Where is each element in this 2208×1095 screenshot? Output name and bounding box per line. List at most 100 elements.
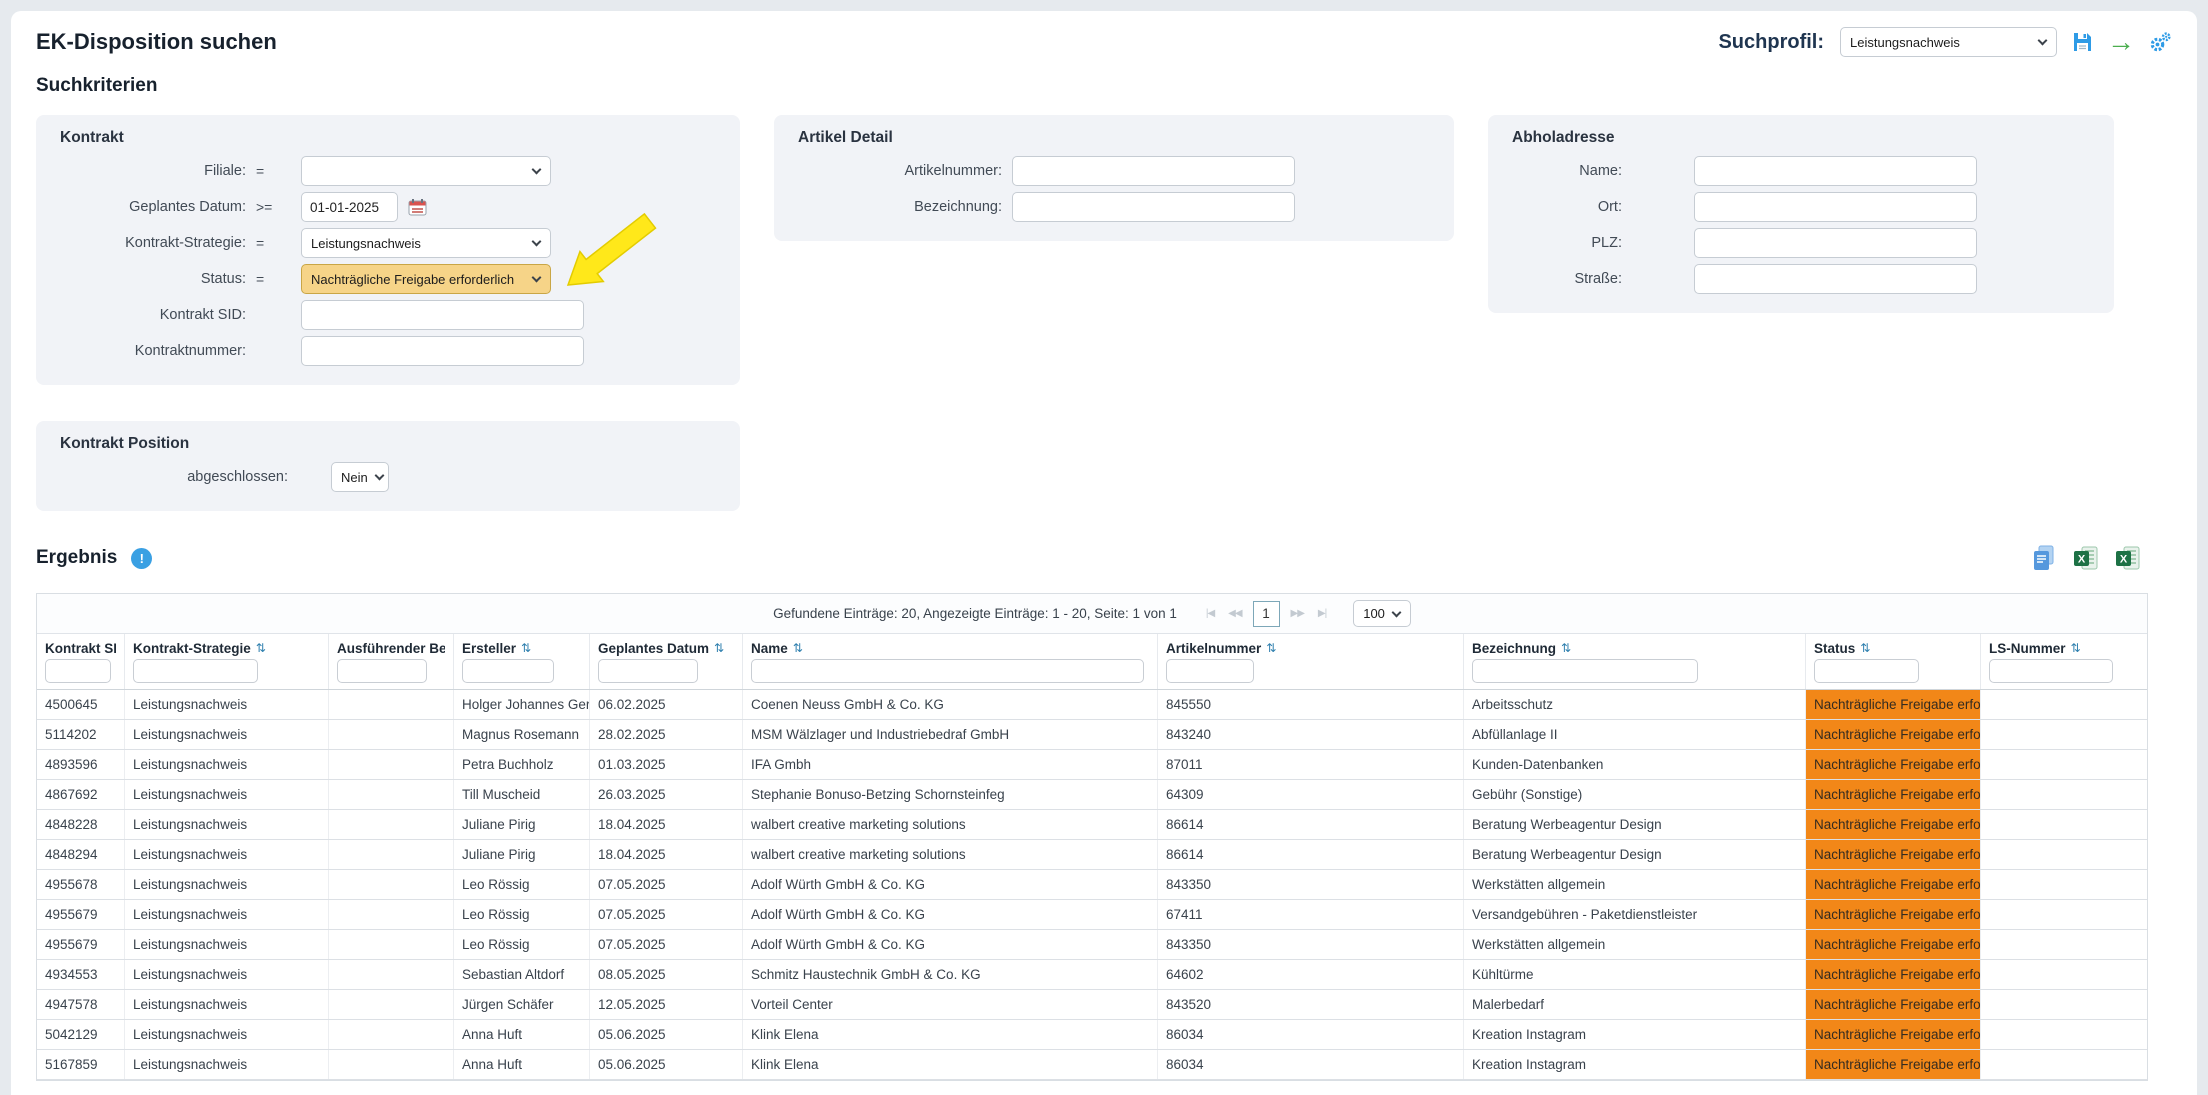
calendar-icon[interactable] [408,198,427,217]
current-page-indicator[interactable]: 1 [1253,601,1280,627]
kontrakt-strategie-select[interactable]: Leistungsnachweis [301,228,551,258]
cell-kontrakt-sid: 4955679 [37,900,125,929]
criteria-row: Name: [1512,153,2090,189]
column-label-ersteller[interactable]: Ersteller⇅ [462,639,581,657]
status-operator: = [246,271,291,287]
cell-kontrakt-sid: 5167859 [37,1050,125,1079]
excel-export-all-button[interactable]: X [2116,546,2140,570]
column-label-ausf-hrender-benutzer[interactable]: Ausführender Benutzer⇅ [337,639,445,657]
filiale-select[interactable] [301,156,551,186]
copy-export-button[interactable] [2032,545,2056,571]
sort-icon[interactable]: ⇅ [521,641,531,655]
bezeichnung-input[interactable] [1012,192,1295,222]
criteria-row: Ort: [1512,189,2090,225]
cell-ausf-hrender-benutzer [329,780,454,809]
sort-icon[interactable]: ⇅ [714,641,724,655]
cell-ls-nummer [1981,690,2147,719]
filter-input-artikelnummer[interactable] [1166,659,1254,683]
column-label-name[interactable]: Name⇅ [751,639,1149,657]
sort-icon[interactable]: ⇅ [2071,641,2081,655]
table-row[interactable]: 4500645LeistungsnachweisHolger Johannes … [37,690,2147,720]
stra-e-label: Straße: [1512,271,1622,287]
cell-kontrakt-sid: 4947578 [37,990,125,1019]
filiale-label: Filiale: [60,163,246,179]
cell-artikelnummer: 843240 [1158,720,1464,749]
last-page-button[interactable]: ▶| [1311,608,1333,619]
save-profile-button[interactable] [2070,30,2094,54]
filter-input-geplantes-datum[interactable] [598,659,698,683]
table-body: 4500645LeistungsnachweisHolger Johannes … [37,690,2147,1080]
filter-input-ls-nummer[interactable] [1989,659,2113,683]
column-label-geplantes-datum[interactable]: Geplantes Datum⇅ [598,639,734,657]
kontrakt-strategie-operator: = [246,235,291,251]
artikelnummer-input[interactable] [1012,156,1295,186]
name-input[interactable] [1694,156,1977,186]
filter-input-kontrakt-sid[interactable] [45,659,111,683]
info-icon[interactable]: ! [131,548,152,569]
calendar-icon [408,198,427,217]
svg-text:X: X [2120,554,2128,566]
page-size-select[interactable]: 100 [1353,600,1411,627]
plz-input[interactable] [1694,228,1977,258]
filter-input-ausf-hrender-benutzer[interactable] [337,659,427,683]
table-row[interactable]: 4955679LeistungsnachweisLeo Rössig07.05.… [37,900,2147,930]
table-row[interactable]: 5042129LeistungsnachweisAnna Huft05.06.2… [37,1020,2147,1050]
filter-input-kontrakt-strategie[interactable] [133,659,258,683]
apply-profile-button[interactable]: → [2107,31,2135,53]
geplantes-datum-input[interactable] [301,192,398,222]
abgeschlossen-select[interactable]: Nein [331,462,389,492]
kontraktnummer-input[interactable] [301,336,584,366]
cell-status: Nachträgliche Freigabe erforderlich [1806,990,1981,1019]
table-row[interactable]: 4848294LeistungsnachweisJuliane Pirig18.… [37,840,2147,870]
cell-ausf-hrender-benutzer [329,930,454,959]
filter-input-ersteller[interactable] [462,659,554,683]
column-label-kontrakt-strategie[interactable]: Kontrakt-Strategie⇅ [133,639,320,657]
next-page-button[interactable]: ▶▶ [1284,608,1311,619]
sort-icon[interactable]: ⇅ [1266,641,1276,655]
first-page-button[interactable]: |◀ [1199,608,1221,619]
cell-bezeichnung: Gebühr (Sonstige) [1464,780,1806,809]
pagination-bar: Gefundene Einträge: 20, Angezeigte Eintr… [37,594,2147,634]
ort-input[interactable] [1694,192,1977,222]
cell-ersteller: Juliane Pirig [454,810,590,839]
table-row[interactable]: 4955678LeistungsnachweisLeo Rössig07.05.… [37,870,2147,900]
table-row[interactable]: 4893596LeistungsnachweisPetra Buchholz01… [37,750,2147,780]
column-label-kontrakt-sid[interactable]: Kontrakt SID⇅ [45,639,116,657]
table-row[interactable]: 5167859LeistungsnachweisAnna Huft05.06.2… [37,1050,2147,1080]
cell-kontrakt-strategie: Leistungsnachweis [125,840,329,869]
page-background: EK-Disposition suchen Suchprofil: Leistu… [0,0,2208,1095]
cell-kontrakt-strategie: Leistungsnachweis [125,900,329,929]
table-row[interactable]: 4867692LeistungsnachweisTill Muscheid26.… [37,780,2147,810]
column-label-bezeichnung[interactable]: Bezeichnung⇅ [1472,639,1797,657]
sort-icon[interactable]: ⇅ [793,641,803,655]
table-row[interactable]: 4934553LeistungsnachweisSebastian Altdor… [37,960,2147,990]
cell-geplantes-datum: 07.05.2025 [590,930,743,959]
column-header-artikelnummer: Artikelnummer⇅ [1158,634,1464,689]
status-select[interactable]: Nachträgliche Freigabe erforderlich [301,264,551,294]
profile-settings-button[interactable] [2148,30,2172,54]
sort-icon[interactable]: ⇅ [1860,641,1870,655]
table-row[interactable]: 4848228LeistungsnachweisJuliane Pirig18.… [37,810,2147,840]
column-label-artikelnummer[interactable]: Artikelnummer⇅ [1166,639,1455,657]
cell-name: Schmitz Haustechnik GmbH & Co. KG [743,960,1158,989]
prev-page-button[interactable]: ◀◀ [1221,608,1248,619]
column-label-status[interactable]: Status⇅ [1814,639,1972,657]
filter-input-status[interactable] [1814,659,1919,683]
name-label: Name: [1512,163,1622,179]
sort-icon[interactable]: ⇅ [256,641,266,655]
table-row[interactable]: 4947578LeistungsnachweisJürgen Schäfer12… [37,990,2147,1020]
cell-ersteller: Leo Rössig [454,900,590,929]
kontrakt-sid-input[interactable] [301,300,584,330]
excel-export-button[interactable]: X [2074,546,2098,570]
sort-icon[interactable]: ⇅ [1561,641,1571,655]
column-header-kontrakt-strategie: Kontrakt-Strategie⇅ [125,634,329,689]
filter-input-name[interactable] [751,659,1144,683]
search-profile-select[interactable]: Leistungsnachweis [1840,27,2057,57]
filter-input-bezeichnung[interactable] [1472,659,1698,683]
abgeschlossen-label: abgeschlossen: [60,469,288,485]
column-label-ls-nummer[interactable]: LS-Nummer⇅ [1989,639,2139,657]
table-row[interactable]: 5114202LeistungsnachweisMagnus Rosemann2… [37,720,2147,750]
stra-e-input[interactable] [1694,264,1977,294]
table-row[interactable]: 4955679LeistungsnachweisLeo Rössig07.05.… [37,930,2147,960]
cell-ausf-hrender-benutzer [329,720,454,749]
